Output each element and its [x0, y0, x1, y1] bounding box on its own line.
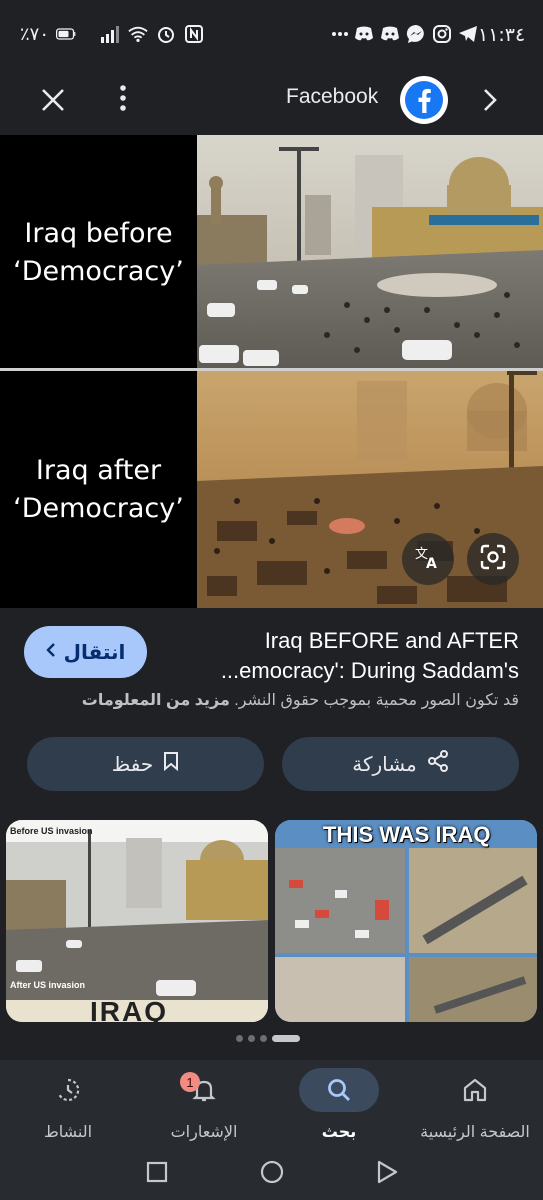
battery-percent: ٪٧٠: [20, 24, 50, 45]
more-options-icon[interactable]: [118, 84, 128, 117]
instagram-icon: [432, 24, 452, 44]
learn-more-link[interactable]: مزيد من المعلومات: [82, 692, 230, 709]
nav-notifications-label: الإشعارات: [170, 1124, 238, 1141]
nav-search[interactable]: بحث: [279, 1060, 399, 1150]
activity-icon: [28, 1068, 108, 1112]
after-caption-panel: Iraq after ‘Democracy’: [0, 371, 197, 608]
share-button[interactable]: مشاركة: [282, 737, 519, 791]
messenger-icon: [406, 24, 426, 44]
share-label: مشاركة: [352, 753, 417, 776]
wifi-icon: [128, 24, 148, 44]
telegram-icon: [458, 24, 478, 44]
more-notifications-icon: [332, 24, 348, 44]
result-title-line2: ...emocracy': During Saddam's: [220, 658, 519, 683]
alarm-icon: [156, 24, 176, 44]
home-icon: [435, 1068, 515, 1112]
result-title[interactable]: Iraq BEFORE and AFTER ...emocracy': Duri…: [179, 626, 519, 686]
battery-icon: [56, 24, 76, 44]
nav-notifications[interactable]: 1 الإشعارات: [144, 1060, 264, 1150]
related-1-header: Before US invasion: [10, 826, 93, 836]
carousel-dot: [248, 1035, 255, 1042]
svg-text:A: A: [426, 556, 437, 570]
save-button[interactable]: حفظ: [27, 737, 264, 791]
close-icon[interactable]: [40, 87, 66, 118]
search-icon: [299, 1068, 379, 1112]
home-button-icon[interactable]: [259, 1159, 285, 1190]
after-caption: Iraq after ‘Democracy’: [13, 454, 184, 524]
before-photo: [197, 135, 543, 368]
nav-home[interactable]: الصفحة الرئيسية: [415, 1060, 535, 1150]
copyright-text: قد تكون الصور محمية بموجب حقوق النشر.: [234, 692, 519, 709]
discord-icon: [354, 24, 374, 44]
translate-icon: 文A: [414, 544, 442, 575]
carousel-indicator: [236, 1035, 300, 1042]
main-image[interactable]: Iraq before ‘Democracy’ Iraq after ‘Demo…: [0, 135, 543, 608]
notification-badge: 1: [180, 1072, 200, 1092]
back-icon[interactable]: [375, 1160, 399, 1189]
system-navigation-bar: [0, 1150, 543, 1200]
bottom-navigation: الصفحة الرئيسية بحث 1 الإشعارات النشاط: [0, 1060, 543, 1150]
carousel-dot-active: [272, 1035, 300, 1042]
nav-activity-label: النشاط: [43, 1124, 93, 1141]
visit-button[interactable]: انتقال: [24, 626, 147, 678]
facebook-logo-icon[interactable]: [400, 76, 448, 124]
lens-icon: [480, 544, 506, 575]
save-label: حفظ: [111, 753, 154, 776]
result-title-line1: Iraq BEFORE and AFTER: [264, 628, 519, 653]
share-icon: [427, 750, 449, 778]
related-1-footer-small: After US invasion: [10, 980, 86, 990]
nav-search-label: بحث: [321, 1124, 357, 1141]
status-bar: ٪٧٠ ١١:٣٤: [0, 0, 543, 70]
clock: ١١:٣٤: [478, 24, 526, 46]
nfc-icon: [184, 24, 204, 44]
signal-icon: [100, 24, 120, 44]
nav-activity[interactable]: النشاط: [8, 1060, 128, 1150]
before-caption-panel: Iraq before ‘Democracy’: [0, 135, 197, 370]
before-caption: Iraq before ‘Democracy’: [13, 217, 184, 287]
discord-icon-2: [380, 24, 400, 44]
chevron-right-icon[interactable]: [482, 87, 498, 118]
related-image-2[interactable]: THIS WAS IRAQ: [275, 820, 537, 1022]
visit-button-label: انتقال: [63, 641, 126, 664]
related-2-header: THIS WAS IRAQ: [323, 822, 491, 847]
bell-icon: [164, 1068, 244, 1112]
image-viewer-top-bar: Facebook: [0, 70, 543, 135]
chevron-left-icon: [45, 641, 56, 664]
carousel-dot: [260, 1035, 267, 1042]
bookmark-icon: [163, 751, 179, 777]
recents-icon[interactable]: [146, 1161, 168, 1188]
nav-home-label: الصفحة الرئيسية: [420, 1124, 530, 1141]
lens-search-button[interactable]: [467, 533, 519, 585]
copyright-notice: قد تكون الصور محمية بموجب حقوق النشر. مز…: [82, 690, 519, 710]
carousel-dot: [236, 1035, 243, 1042]
related-1-footer-big: IRAQ: [90, 996, 168, 1022]
translate-button[interactable]: 文A: [402, 533, 454, 585]
related-image-1[interactable]: Before US invasion After US invasion IRA…: [6, 820, 268, 1022]
source-name[interactable]: Facebook: [286, 85, 378, 109]
